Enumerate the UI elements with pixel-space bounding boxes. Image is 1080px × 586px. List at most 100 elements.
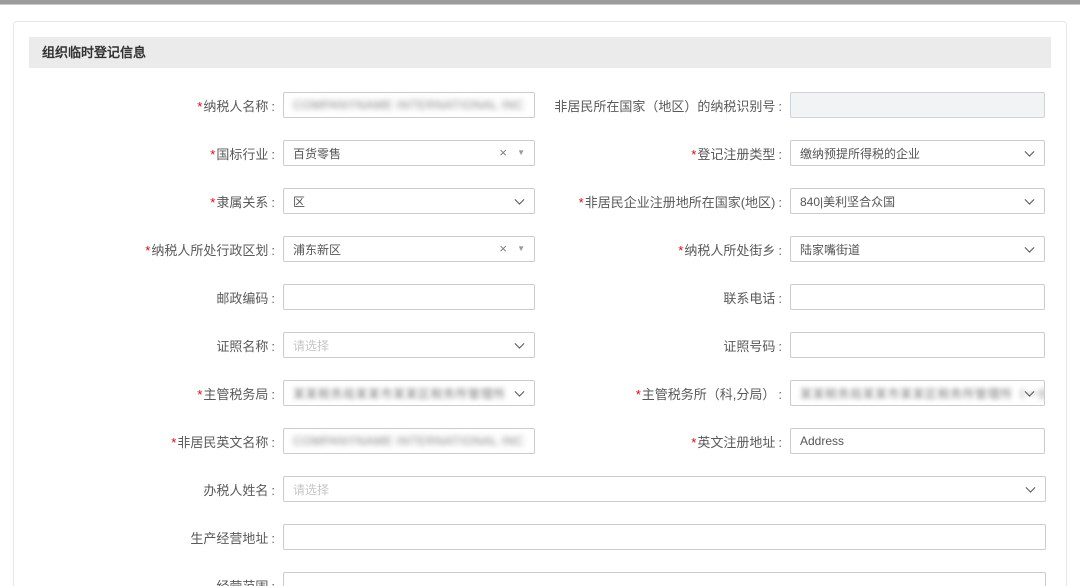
field-taxpayer-name: *纳税人名称: COMPANYNAME INTERNATIONAL INC <box>29 92 540 118</box>
license-name-label: 证照名称: <box>29 336 276 355</box>
field-license-number: 证照号码: <box>540 332 1051 358</box>
nonresident-tin-input <box>790 92 1045 118</box>
license-number-input[interactable] <box>790 332 1045 358</box>
phone-label: 联系电话: <box>540 288 783 307</box>
business-scope-label: 经营范围: <box>29 576 276 586</box>
form-row: *国标行业: 百货零售 × ▼ *登记注册类型: 缴纳预提所得税的企业 <box>29 140 1051 166</box>
english-name-input[interactable]: COMPANYNAME INTERNATIONAL INC <box>283 428 535 454</box>
chevron-down-icon[interactable] <box>515 195 525 205</box>
form-row: 办税人姓名: 请选择 <box>29 476 1051 502</box>
field-registration-type: *登记注册类型: 缴纳预提所得税的企业 <box>540 140 1051 166</box>
field-tax-office: *主管税务所（科,分局）: 某某税务局某某市某某区税务所管理所（一分局） <box>540 380 1051 406</box>
required-marker: * <box>145 243 150 258</box>
nonresident-tin-label: 非居民所在国家（地区）的纳税识别号: <box>540 96 783 115</box>
tax-bureau-label: *主管税务局: <box>29 384 276 403</box>
form-row: *纳税人名称: COMPANYNAME INTERNATIONAL INC 非居… <box>29 92 1051 118</box>
form-row: *主管税务局: 某某税务局某某市某某区税务所管理所 *主管税务所（科,分局）: … <box>29 380 1051 406</box>
street-select[interactable]: 陆家嘴街道 <box>790 236 1045 262</box>
section-title: 组织临时登记信息 <box>29 37 1051 68</box>
top-divider <box>0 0 1080 5</box>
field-english-address: *英文注册地址: Address <box>540 428 1051 454</box>
chevron-down-icon[interactable] <box>1025 243 1035 253</box>
tax-office-label: *主管税务所（科,分局）: <box>540 384 783 403</box>
english-name-label: *非居民英文名称: <box>29 432 276 451</box>
business-address-input[interactable] <box>283 524 1046 550</box>
field-registration-country: *非居民企业注册地所在国家(地区): 840|美利坚合众国 <box>540 188 1051 214</box>
tax-office-select[interactable]: 某某税务局某某市某某区税务所管理所（一分局） <box>790 380 1045 406</box>
postal-code-label: 邮政编码: <box>29 288 276 307</box>
chevron-down-icon[interactable] <box>1025 147 1035 157</box>
required-marker: * <box>678 243 683 258</box>
redacted-value: 某某税务局某某市某某区税务所管理所（一分局） <box>800 385 1045 402</box>
registration-form-card: 组织临时登记信息 *纳税人名称: COMPANYNAME INTERNATION… <box>13 21 1067 586</box>
tax-bureau-select[interactable]: 某某税务局某某市某某区税务所管理所 <box>283 380 535 406</box>
required-marker: * <box>197 387 202 402</box>
caret-down-icon[interactable]: ▼ <box>517 149 525 157</box>
field-business-address: 生产经营地址: <box>29 524 1051 550</box>
form-row: 经营范围: <box>29 572 1051 586</box>
taxpayer-name-input[interactable]: COMPANYNAME INTERNATIONAL INC <box>283 92 535 118</box>
required-marker: * <box>210 147 215 162</box>
clear-icon[interactable]: × <box>499 242 507 255</box>
field-license-name: 证照名称: 请选择 <box>29 332 540 358</box>
field-street: *纳税人所处街乡: 陆家嘴街道 <box>540 236 1051 262</box>
required-marker: * <box>197 99 202 114</box>
field-english-name: *非居民英文名称: COMPANYNAME INTERNATIONAL INC <box>29 428 540 454</box>
form-row: 证照名称: 请选择 证照号码: <box>29 332 1051 358</box>
registration-form: *纳税人名称: COMPANYNAME INTERNATIONAL INC 非居… <box>29 68 1051 586</box>
business-address-label: 生产经营地址: <box>29 528 276 547</box>
clear-icon[interactable]: × <box>499 146 507 159</box>
redacted-value: 某某税务局某某市某某区税务所管理所 <box>293 385 506 402</box>
affiliation-select[interactable]: 区 <box>283 188 535 214</box>
license-name-select[interactable]: 请选择 <box>283 332 535 358</box>
license-number-label: 证照号码: <box>540 336 783 355</box>
registration-type-label: *登记注册类型: <box>540 144 783 163</box>
affiliation-label: *隶属关系: <box>29 192 276 211</box>
required-marker: * <box>691 435 696 450</box>
street-label: *纳税人所处街乡: <box>540 240 783 259</box>
redacted-value: COMPANYNAME INTERNATIONAL INC <box>293 434 524 448</box>
chevron-down-icon[interactable] <box>515 387 525 397</box>
form-row: 邮政编码: 联系电话: <box>29 284 1051 310</box>
required-marker: * <box>579 195 584 210</box>
form-row: *非居民英文名称: COMPANYNAME INTERNATIONAL INC … <box>29 428 1051 454</box>
industry-select[interactable]: 百货零售 × ▼ <box>283 140 535 166</box>
district-label: *纳税人所处行政区划: <box>29 240 276 259</box>
phone-input[interactable] <box>790 284 1045 310</box>
postal-code-input[interactable] <box>283 284 535 310</box>
chevron-down-icon[interactable] <box>1025 195 1035 205</box>
registration-country-select[interactable]: 840|美利坚合众国 <box>790 188 1045 214</box>
field-nonresident-tin: 非居民所在国家（地区）的纳税识别号: <box>540 92 1051 118</box>
form-row: *隶属关系: 区 *非居民企业注册地所在国家(地区): 840|美利坚合众国 <box>29 188 1051 214</box>
field-business-scope: 经营范围: <box>29 572 1051 586</box>
form-row: *纳税人所处行政区划: 浦东新区 × ▼ *纳税人所处街乡: 陆家嘴街道 <box>29 236 1051 262</box>
chevron-down-icon[interactable] <box>515 339 525 349</box>
required-marker: * <box>636 387 641 402</box>
chevron-down-icon[interactable] <box>1026 483 1036 493</box>
district-select[interactable]: 浦东新区 × ▼ <box>283 236 535 262</box>
required-marker: * <box>210 195 215 210</box>
required-marker: * <box>691 147 696 162</box>
required-marker: * <box>171 435 176 450</box>
select-placeholder: 请选择 <box>293 337 329 354</box>
field-tax-bureau: *主管税务局: 某某税务局某某市某某区税务所管理所 <box>29 380 540 406</box>
select-placeholder: 请选择 <box>293 481 329 498</box>
industry-label: *国标行业: <box>29 144 276 163</box>
field-district: *纳税人所处行政区划: 浦东新区 × ▼ <box>29 236 540 262</box>
english-address-input[interactable]: Address <box>790 428 1045 454</box>
field-tax-agent: 办税人姓名: 请选择 <box>29 476 1051 502</box>
registration-country-label: *非居民企业注册地所在国家(地区): <box>540 192 783 211</box>
field-phone: 联系电话: <box>540 284 1051 310</box>
field-postal-code: 邮政编码: <box>29 284 540 310</box>
tax-agent-select[interactable]: 请选择 <box>283 476 1046 502</box>
redacted-value: COMPANYNAME INTERNATIONAL INC <box>293 98 524 112</box>
english-address-label: *英文注册地址: <box>540 432 783 451</box>
registration-type-select[interactable]: 缴纳预提所得税的企业 <box>790 140 1045 166</box>
tax-agent-label: 办税人姓名: <box>29 480 276 499</box>
field-industry: *国标行业: 百货零售 × ▼ <box>29 140 540 166</box>
taxpayer-name-label: *纳税人名称: <box>29 96 276 115</box>
caret-down-icon[interactable]: ▼ <box>517 245 525 253</box>
field-affiliation: *隶属关系: 区 <box>29 188 540 214</box>
form-row: 生产经营地址: <box>29 524 1051 550</box>
business-scope-input[interactable] <box>283 572 1046 586</box>
